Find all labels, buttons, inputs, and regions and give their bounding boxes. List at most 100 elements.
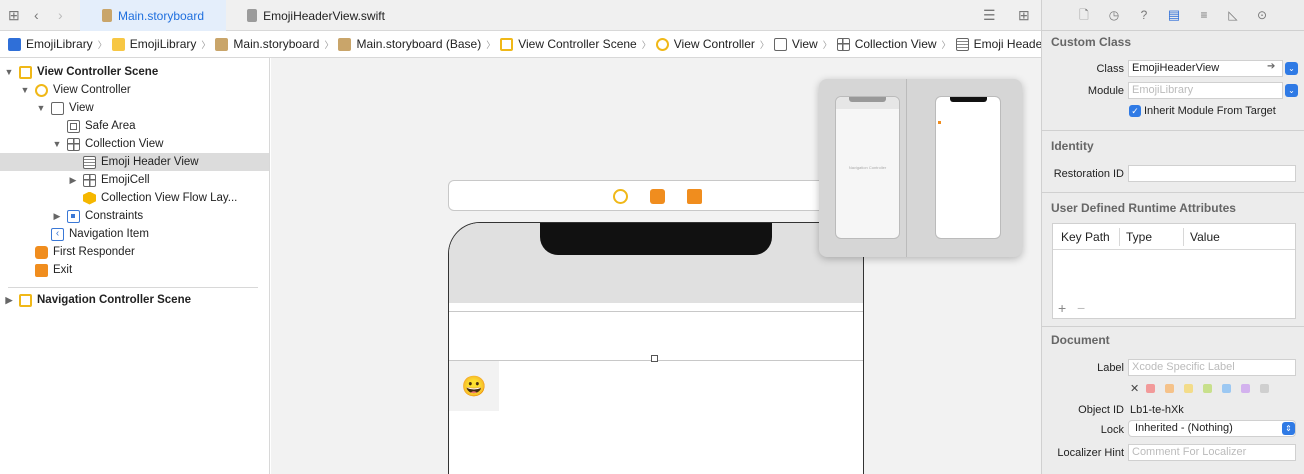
tab-label: Main.storyboard — [117, 8, 205, 23]
module-placeholder: EmojiLibrary — [1132, 84, 1194, 96]
runtime-attributes-table[interactable]: Key Path Type Value + − — [1052, 223, 1296, 319]
module-dropdown-icon[interactable]: ⌄ — [1285, 84, 1298, 97]
class-dropdown-icon[interactable]: ⌄ — [1285, 62, 1298, 75]
outline-item[interactable]: Emoji Header View — [0, 153, 269, 171]
color-label-swatch[interactable] — [1241, 384, 1250, 393]
canvas-minimap[interactable]: Navigation Controller — [819, 79, 1022, 257]
outline-item[interactable]: ‹ Navigation Item — [0, 225, 269, 243]
outline-item[interactable]: Exit — [0, 261, 269, 279]
localizer-hint-label: Localizer Hint — [1057, 447, 1124, 459]
disclosure-closed-icon[interactable]: ▶ — [68, 175, 78, 186]
breadcrumb-label: Main.storyboard — [233, 37, 320, 51]
back-arrow-icon[interactable]: ‹ — [34, 7, 39, 23]
disclosure-closed-icon[interactable]: ▶ — [52, 211, 62, 222]
lock-select[interactable]: Inherited - (Nothing) — [1128, 420, 1296, 437]
color-label-swatch[interactable] — [1165, 384, 1174, 393]
object-id-value: Lb1-te-hXk — [1130, 404, 1184, 416]
outline-item[interactable]: ▼ View Controller Scene — [0, 63, 269, 81]
table-header: Key Path Type Value — [1053, 224, 1295, 250]
breadcrumb-label: View — [791, 37, 818, 51]
folder-icon — [111, 37, 125, 51]
lock-select-chevron-icon[interactable]: ⇕ — [1282, 422, 1295, 435]
breadcrumb-item[interactable]: Main.storyboard — [215, 37, 319, 51]
help-inspector-icon[interactable]: ? — [1136, 7, 1152, 23]
column-separator — [1183, 228, 1184, 246]
class-field[interactable]: EmojiHeaderView — [1128, 60, 1283, 77]
first-responder-icon[interactable] — [650, 189, 665, 204]
grid-icon[interactable]: ⊞ — [8, 7, 20, 24]
color-label-swatch[interactable] — [1203, 384, 1212, 393]
storyboard-canvas[interactable]: 😀 Navigation Controller — [271, 58, 1041, 474]
breadcrumb-label: View Controller Scene — [518, 37, 637, 51]
go-to-class-icon[interactable]: ➔ — [1267, 61, 1275, 72]
remove-attribute-button[interactable]: − — [1077, 300, 1085, 316]
color-label-swatch[interactable] — [1260, 384, 1269, 393]
minimap-view-controller[interactable] — [935, 96, 1001, 239]
outline-item[interactable]: ▼ View — [0, 99, 269, 117]
outline-item[interactable]: Safe Area — [0, 117, 269, 135]
outline-item-label: EmojiCell — [101, 174, 150, 186]
column-header-type[interactable]: Type — [1126, 230, 1152, 244]
tab-label: EmojiHeaderView.swift — [263, 8, 385, 23]
breadcrumb-item[interactable]: EmojiLibrary — [111, 37, 196, 51]
disclosure-closed-icon[interactable]: ▶ — [4, 295, 14, 306]
clear-color-icon[interactable]: ✕ — [1130, 382, 1139, 395]
breadcrumb-item[interactable]: Collection View — [836, 37, 937, 51]
color-label-swatch[interactable] — [1146, 384, 1155, 393]
minimap-navigation-controller[interactable]: Navigation Controller — [835, 96, 900, 239]
outline-item[interactable]: First Responder — [0, 243, 269, 261]
localizer-hint-field[interactable]: Comment For Localizer — [1128, 444, 1296, 461]
outline-item-navigation-controller-scene[interactable]: ▶ Navigation Controller Scene — [0, 291, 269, 309]
history-inspector-icon[interactable]: ◷ — [1106, 7, 1122, 23]
module-field[interactable]: EmojiLibrary — [1128, 82, 1283, 99]
size-inspector-icon[interactable]: ◺ — [1225, 7, 1241, 23]
outline-item[interactable]: ▶ EmojiCell — [0, 171, 269, 189]
breadcrumb-item[interactable]: EmojiLibrary — [8, 37, 93, 51]
outline-item[interactable]: Collection View Flow Lay... — [0, 189, 269, 207]
restoration-id-field[interactable] — [1128, 165, 1296, 182]
outline-item[interactable]: ▼ View Controller — [0, 81, 269, 99]
disclosure-open-icon[interactable]: ▼ — [20, 85, 30, 95]
outline-item-label: Emoji Header View — [101, 156, 199, 168]
breadcrumb-item[interactable]: View Controller — [655, 37, 755, 51]
emoji-header-view[interactable] — [449, 311, 863, 361]
breadcrumb-item[interactable]: View — [773, 37, 818, 51]
scene-icon — [19, 293, 32, 307]
file-inspector-icon[interactable]: 🗋 — [1076, 7, 1092, 23]
view-controller-icon[interactable] — [613, 189, 628, 204]
breadcrumb-separator-icon: 〉 — [822, 39, 832, 50]
attributes-inspector-icon[interactable]: ≡ — [1196, 7, 1212, 23]
forward-arrow-icon[interactable]: › — [58, 7, 63, 23]
storyboard-icon — [338, 37, 352, 51]
outline-item-label: Collection View Flow Lay... — [101, 192, 238, 204]
disclosure-open-icon[interactable]: ▼ — [52, 139, 62, 149]
connections-inspector-icon[interactable]: ⊙ — [1254, 7, 1270, 23]
column-header-key-path[interactable]: Key Path — [1061, 230, 1110, 244]
add-editor-icon[interactable]: ⊞ — [1018, 7, 1030, 24]
outline-item[interactable]: ▼ Collection View — [0, 135, 269, 153]
breadcrumb-item[interactable]: Main.storyboard (Base) — [338, 37, 481, 51]
color-label-swatch[interactable] — [1184, 384, 1193, 393]
breadcrumb-item[interactable]: View Controller Scene — [500, 37, 637, 51]
view-controller-icon — [655, 37, 669, 51]
outline-item-label: View Controller Scene — [37, 66, 159, 78]
emoji-cell[interactable]: 😀 — [449, 361, 499, 411]
outline-item[interactable]: ▶ Constraints — [0, 207, 269, 225]
document-label-field[interactable]: Xcode Specific Label — [1128, 359, 1296, 376]
identity-inspector-icon[interactable]: ▤ — [1166, 7, 1182, 23]
tab-emoji-header-view-swift[interactable]: EmojiHeaderView.swift — [226, 0, 406, 31]
editor-options-icon[interactable]: ☰ — [983, 7, 996, 24]
resize-handle[interactable] — [651, 355, 658, 362]
document-outline: ▼ View Controller Scene ▼ View Controller ▼ V… — [0, 58, 270, 474]
add-attribute-button[interactable]: + — [1058, 300, 1066, 316]
minimap-divider — [906, 79, 907, 257]
inherit-module-checkbox[interactable]: ✓ — [1129, 105, 1141, 117]
disclosure-open-icon[interactable]: ▼ — [36, 103, 46, 113]
tab-main-storyboard[interactable]: Main.storyboard — [80, 0, 226, 31]
exit-icon[interactable] — [687, 189, 702, 204]
first-responder-icon — [35, 245, 48, 259]
disclosure-open-icon[interactable]: ▼ — [4, 67, 14, 77]
breadcrumb-separator-icon: 〉 — [486, 39, 496, 50]
column-header-value[interactable]: Value — [1190, 230, 1220, 244]
color-label-swatch[interactable] — [1222, 384, 1231, 393]
